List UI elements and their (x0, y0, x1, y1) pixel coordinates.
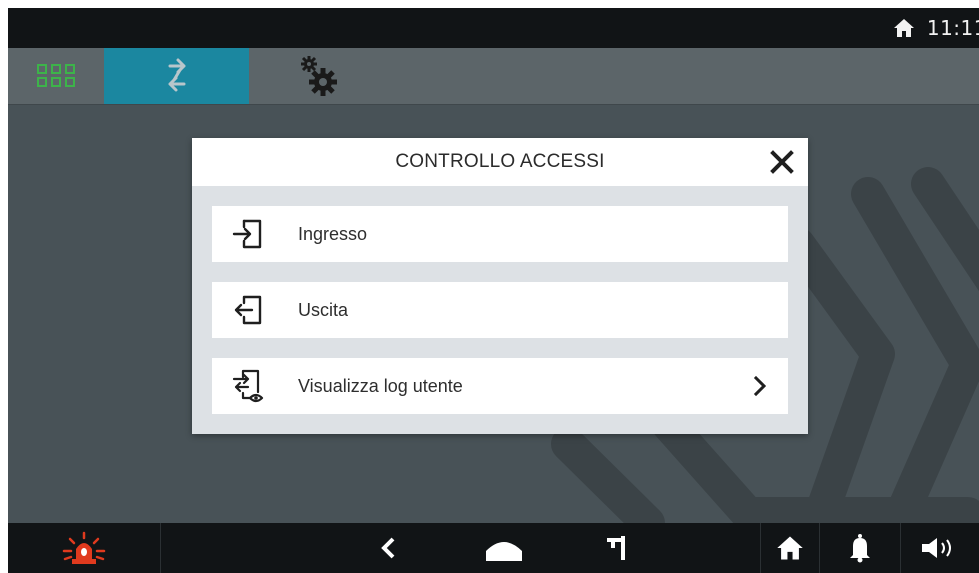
volume-icon (922, 538, 951, 558)
home-icon (777, 536, 803, 560)
recent-apps-button[interactable] (592, 523, 642, 573)
entry-door-icon (232, 219, 262, 249)
close-button[interactable] (766, 146, 798, 178)
back-button[interactable] (364, 523, 414, 573)
house-button[interactable] (761, 523, 819, 573)
nav-separator (160, 523, 161, 573)
status-area: 11:11 (893, 8, 979, 48)
dialog-title: CONTROLLO ACCESSI (395, 151, 605, 172)
transfer-arrows-icon (168, 58, 185, 92)
back-chevron-icon (381, 537, 395, 559)
grid-icon (37, 64, 75, 87)
bottom-nav-bar (8, 523, 979, 573)
menu-item-label: Ingresso (298, 224, 368, 244)
menu-item-label: Visualizza log utente (298, 376, 463, 396)
tab-settings[interactable] (249, 48, 389, 104)
volume-button[interactable] (901, 523, 979, 573)
device-screen: 11:11 (8, 8, 979, 573)
tab-apps[interactable] (8, 48, 104, 104)
close-icon (770, 150, 794, 174)
exit-door-icon (234, 295, 262, 325)
recent-apps-icon (607, 536, 625, 560)
tab-access-control[interactable] (104, 48, 249, 104)
tab-bar (8, 48, 979, 105)
menu-item-label: Uscita (298, 300, 349, 320)
bell-icon (850, 534, 870, 563)
home-icon (893, 19, 914, 37)
menu-item-visualizza-log[interactable]: Visualizza log utente (212, 358, 788, 414)
alarm-siren-icon (62, 531, 106, 564)
access-control-dialog: CONTROLLO ACCESSI Ingresso Uscita Visual… (192, 138, 808, 434)
alarm-button[interactable] (8, 523, 160, 573)
chevron-right-icon (753, 375, 767, 397)
log-door-eye-icon (232, 369, 264, 403)
bell-button[interactable] (820, 523, 900, 573)
dialog-header: CONTROLLO ACCESSI (192, 138, 808, 186)
gears-icon (301, 56, 337, 96)
status-time: 11:11 (926, 16, 979, 40)
home-shape-icon (486, 542, 522, 561)
status-bar: 11:11 (8, 8, 979, 48)
menu-item-uscita[interactable]: Uscita (212, 282, 788, 338)
menu-item-ingresso[interactable]: Ingresso (212, 206, 788, 262)
home-nav-button[interactable] (474, 523, 534, 573)
